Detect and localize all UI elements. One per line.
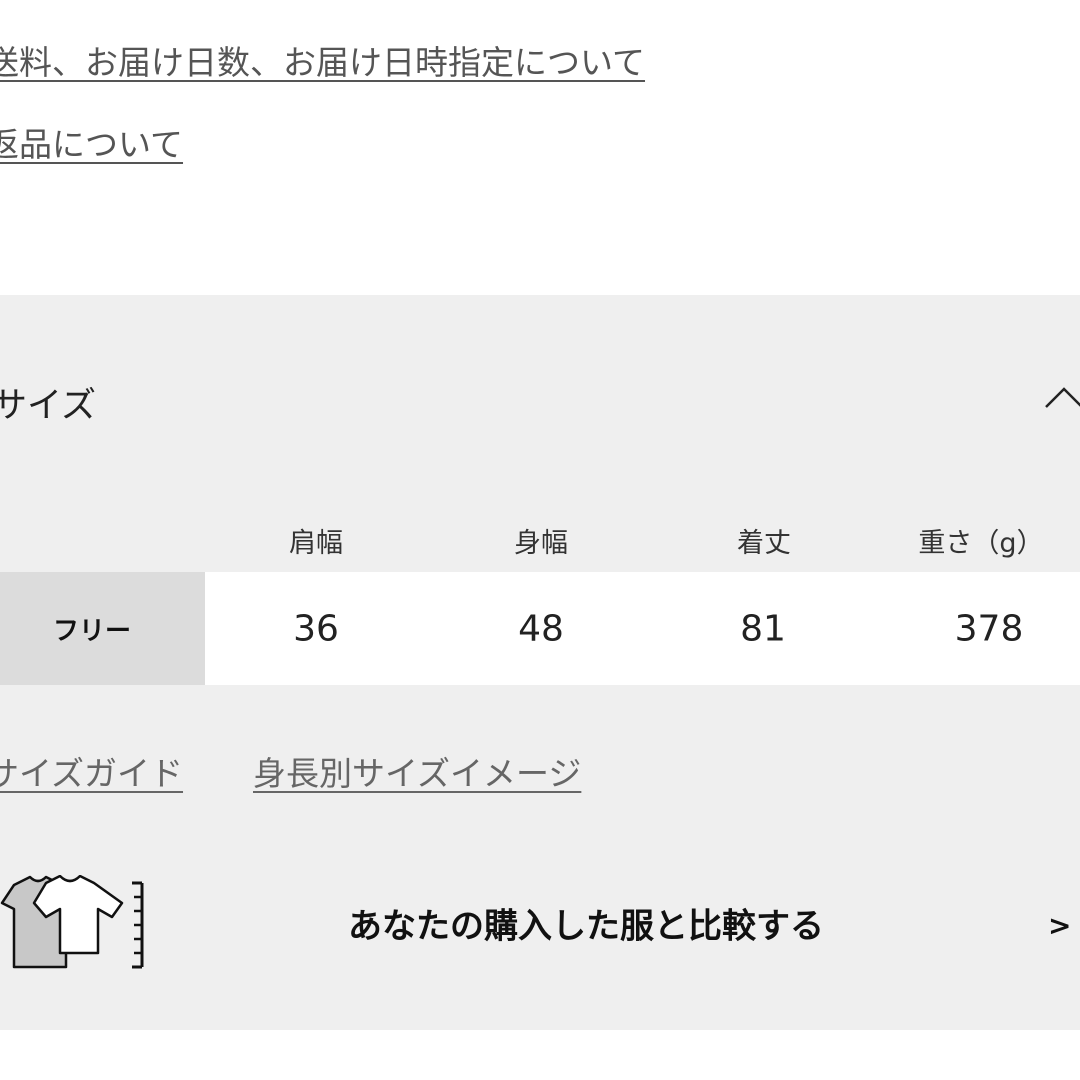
weight-value: 378: [954, 608, 1024, 649]
length-value: 81: [740, 608, 786, 649]
returns-info-link[interactable]: 返品について: [0, 118, 183, 166]
column-header-chest: 身幅: [514, 528, 568, 559]
table-row: フリー 36 48 81 378: [0, 572, 1080, 685]
chevron-up-icon[interactable]: [1044, 383, 1080, 413]
compare-clothes-label: あなたの購入した服と比較する: [348, 906, 824, 947]
shoulder-value: 36: [293, 608, 339, 649]
height-size-image-link[interactable]: 身長別サイズイメージ: [253, 747, 581, 795]
product-size-page: 送料、お届け日数、お届け日時指定について 返品について サイズ 肩幅 身幅 着丈…: [0, 0, 1080, 1080]
size-panel: サイズ 肩幅 身幅 着丈 重さ（g） フリー 36 48 81 378 サイズガ…: [0, 295, 1080, 1030]
compare-clothes-button[interactable]: あなたの購入した服と比較する >: [0, 865, 1080, 985]
chest-value: 48: [518, 608, 564, 649]
shipping-info-link[interactable]: 送料、お届け日数、お届け日時指定について: [0, 36, 645, 84]
size-label: フリー: [52, 616, 132, 646]
size-section-title: サイズ: [0, 386, 96, 426]
size-section-toggle[interactable]: サイズ: [0, 373, 1080, 429]
column-header-shoulder: 肩幅: [289, 528, 343, 559]
chevron-right-icon: >: [1048, 909, 1072, 942]
tshirt-compare-icon: [0, 875, 144, 969]
column-header-weight: 重さ（g）: [918, 528, 1044, 559]
size-label-cell: フリー: [0, 572, 205, 685]
size-guide-link[interactable]: サイズガイド: [0, 747, 183, 795]
column-header-length: 着丈: [737, 528, 791, 559]
